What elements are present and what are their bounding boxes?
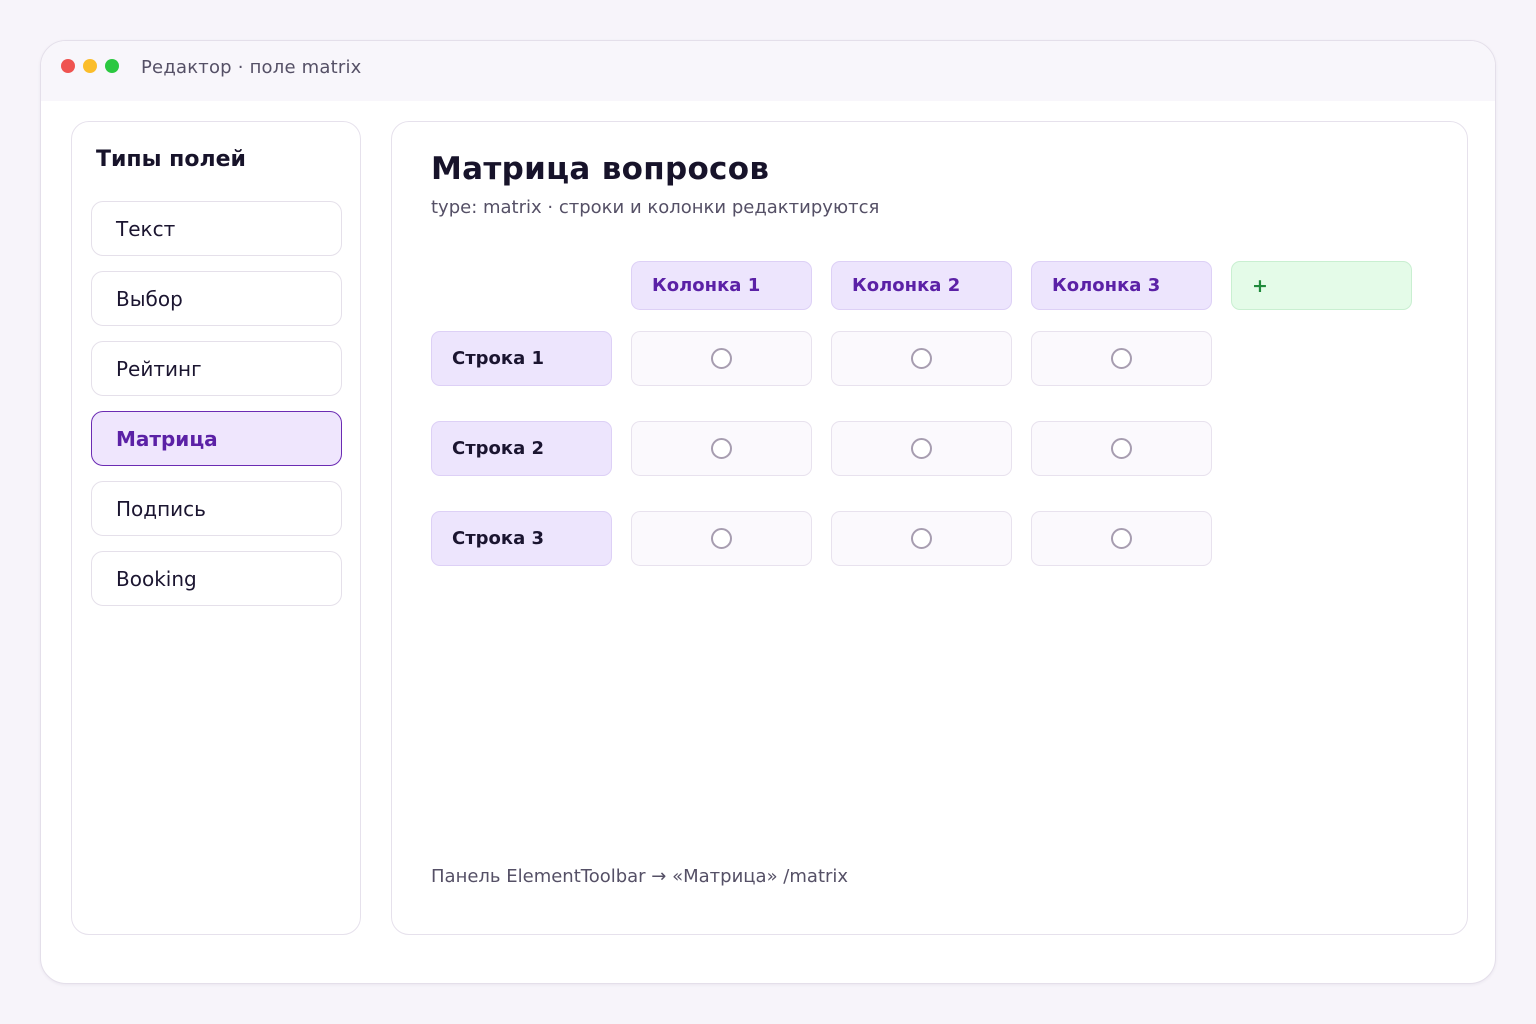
matrix-cell — [1031, 421, 1212, 476]
field-type-signature[interactable]: Подпись — [91, 481, 342, 536]
radio-button[interactable] — [711, 348, 732, 369]
matrix-cell — [1031, 331, 1212, 386]
matrix-cell — [631, 421, 812, 476]
field-type-matrix[interactable]: Матрица — [91, 411, 342, 466]
radio-button[interactable] — [1111, 528, 1132, 549]
row-header-2[interactable]: Строка 2 — [431, 421, 612, 476]
editor-window: Редактор · поле matrix Типы полей Текст … — [40, 40, 1496, 984]
matrix-cell — [831, 511, 1012, 566]
footer-note: Панель ElementToolbar → «Матрица» /matri… — [431, 866, 849, 887]
field-type-choice[interactable]: Выбор — [91, 271, 342, 326]
sidebar-title: Типы полей — [96, 147, 246, 172]
row-header-1[interactable]: Строка 1 — [431, 331, 612, 386]
column-header-2[interactable]: Колонка 2 — [831, 261, 1012, 310]
column-header-3[interactable]: Колонка 3 — [1031, 261, 1212, 310]
radio-button[interactable] — [911, 438, 932, 459]
matrix-cell — [831, 421, 1012, 476]
radio-button[interactable] — [911, 528, 932, 549]
matrix-cell — [631, 331, 812, 386]
title-bar: Редактор · поле matrix — [41, 41, 1495, 101]
radio-button[interactable] — [711, 438, 732, 459]
radio-button[interactable] — [1111, 438, 1132, 459]
maximize-window-button[interactable] — [105, 59, 119, 73]
radio-button[interactable] — [911, 348, 932, 369]
add-column-button[interactable]: + — [1231, 261, 1412, 310]
page-title: Матрица вопросов — [431, 151, 770, 187]
column-header-1[interactable]: Колонка 1 — [631, 261, 812, 310]
field-type-rating[interactable]: Рейтинг — [91, 341, 342, 396]
matrix-cell — [831, 331, 1012, 386]
row-header-3[interactable]: Строка 3 — [431, 511, 612, 566]
matrix-editor-panel: Матрица вопросов type: matrix · строки и… — [391, 121, 1468, 935]
field-type-text[interactable]: Текст — [91, 201, 342, 256]
close-window-button[interactable] — [61, 59, 75, 73]
matrix-cell — [631, 511, 812, 566]
minimize-window-button[interactable] — [83, 59, 97, 73]
matrix-cell — [1031, 511, 1212, 566]
window-title: Редактор · поле matrix — [141, 57, 362, 78]
radio-button[interactable] — [711, 528, 732, 549]
field-type-booking[interactable]: Booking — [91, 551, 342, 606]
page-subtitle: type: matrix · строки и колонки редактир… — [431, 197, 880, 218]
radio-button[interactable] — [1111, 348, 1132, 369]
field-types-sidebar: Типы полей Текст Выбор Рейтинг Матрица П… — [71, 121, 361, 935]
